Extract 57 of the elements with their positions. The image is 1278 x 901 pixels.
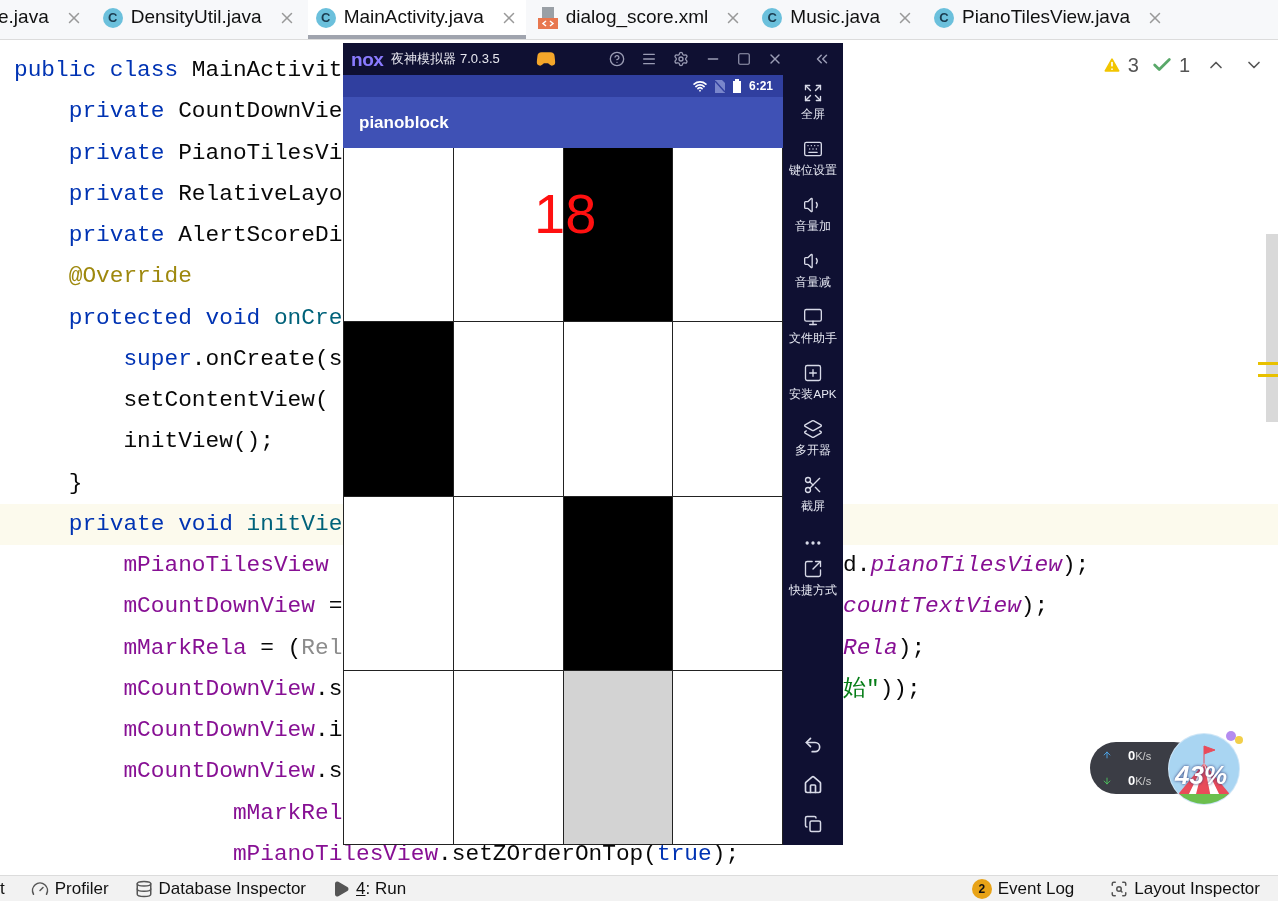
code-line: setContentView( (122, 387, 329, 413)
code-line: mPianoTilesView.setZOrderOnTop(true); (231, 840, 740, 867)
tool-window-button[interactable]: t (0, 876, 7, 901)
code-line: private CountDownVie (67, 98, 343, 125)
code-line: public class MainActivit (14, 57, 343, 83)
code-line: mMarkRel (231, 799, 343, 826)
app-logo: nox (351, 49, 384, 69)
java-class-icon: C (315, 7, 336, 28)
emulator-tool-button[interactable]: 多开器 (795, 417, 831, 473)
download-speed: 0K/s (1128, 772, 1152, 790)
upload-speed: 0K/s (1128, 746, 1152, 765)
editor-tab[interactable]: C MainActivity.java (307, 0, 526, 39)
code-line: mMarkRela = (Rel (122, 634, 343, 661)
tool-window-button[interactable]: Database Inspector (132, 876, 308, 901)
app-title: pianoblock (359, 111, 449, 134)
code-line: d.pianoTilesView); (843, 552, 1090, 578)
editor-tab[interactable]: C DensityUtil.java (94, 0, 304, 39)
code-line: protected void onCre (67, 304, 343, 331)
warning-count: 3 (1127, 53, 1139, 78)
emulator-tool-button[interactable]: 快捷方式 (789, 557, 837, 613)
weak-warning-count: 1 (1178, 53, 1190, 78)
code-line: private RelativeLayo (67, 180, 343, 207)
code-line: countTextView); (843, 593, 1049, 620)
code-line: mCountDownView.s (122, 758, 343, 785)
java-class-icon: C (762, 7, 783, 28)
code-line: mCountDownView = (122, 593, 343, 620)
emulator-tool-button[interactable]: 音量加 (795, 193, 831, 249)
emulator-tool-button[interactable]: 全屏 (801, 81, 825, 137)
code-line: @Override (67, 263, 192, 290)
tool-window-button[interactable]: Layout Inspector (1108, 876, 1262, 901)
emulator-tool-button[interactable]: 截屏 (801, 473, 825, 529)
code-line: private AlertScoreDi (67, 222, 343, 248)
java-class-icon: C (102, 7, 123, 28)
code-line: mPianoTilesView (122, 552, 329, 578)
code-line: mCountDownView.i (122, 717, 343, 743)
emulator-tool-button[interactable]: 安装APK (789, 361, 837, 417)
clock: 6:21 (748, 78, 773, 95)
editor-tab[interactable]: C PianoTilesView.java (926, 0, 1172, 39)
code-line: 始")); (843, 675, 921, 702)
count-badge: 2 (971, 878, 992, 899)
editor-tab[interactable]: dialog_score.xml (529, 0, 751, 39)
emulator-tool-button[interactable]: 音量减 (795, 249, 831, 305)
emulator-tool-button[interactable]: 键位设置 (789, 137, 837, 193)
code-line: private void initVie (67, 510, 343, 537)
code-line: super.onCreate(s (122, 345, 343, 372)
code-line: initView(); (122, 428, 274, 455)
editor-tab[interactable]: C Music.java (754, 0, 923, 39)
tool-window-button[interactable]: 2 Event Log (969, 876, 1077, 901)
window-title: 夜神模拟器 7.0.3.5 (391, 50, 500, 69)
tool-window-button[interactable]: 4: Run (330, 876, 409, 901)
emulator-tool-button[interactable]: 文件助手 (789, 305, 837, 361)
java-class-icon: C (934, 7, 955, 28)
code-line: private PianoTilesVi (67, 139, 343, 166)
code-line: } (67, 469, 83, 496)
code-line: Rela); (843, 634, 926, 661)
tool-window-button[interactable]: Profiler (28, 876, 111, 901)
code-line: mCountDownView.s (122, 675, 343, 702)
